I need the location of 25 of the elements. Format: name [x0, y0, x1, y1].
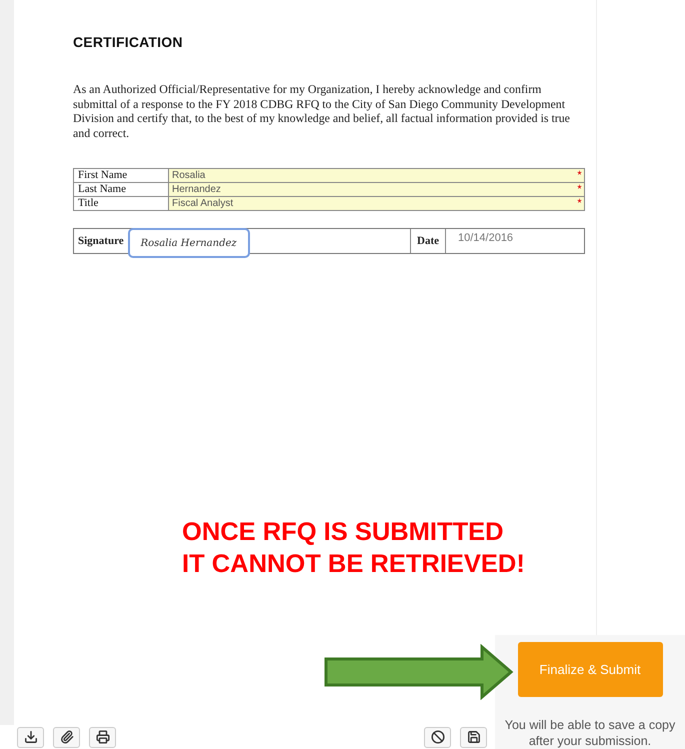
arrow-icon	[324, 644, 514, 700]
save-icon	[466, 730, 480, 744]
section-heading: CERTIFICATION	[73, 34, 183, 50]
warning-text: ONCE RFQ IS SUBMITTED IT CANNOT BE RETRIEVED!	[182, 517, 525, 580]
printer-icon	[96, 730, 110, 744]
cancel-button[interactable]	[424, 726, 451, 748]
input-field[interactable]: Rosalia	[168, 168, 584, 182]
download-icon	[24, 730, 38, 744]
date-label: Date	[410, 229, 446, 253]
save-button[interactable]	[460, 726, 487, 748]
print-button[interactable]	[89, 726, 116, 748]
field-label: Last Name	[74, 182, 168, 196]
signature-field[interactable]: Rosalia Hernandez	[128, 228, 250, 258]
paperclip-icon	[60, 730, 74, 744]
signature-label: Signature	[77, 235, 125, 247]
date-value: 10/14/2016	[457, 231, 514, 244]
download-button[interactable]	[17, 726, 44, 748]
certification-text: As an Authorized Official/Representative for my Organization, I hereby acknowledge and confirm submittal of a response to the FY 2018 CDBG RFQ to the City of San Diego Community Development Division and certify that, to the best of my knowledge and belief, all factual information provided is true and correct.	[73, 82, 571, 140]
input-field[interactable]: Hernandez	[168, 182, 584, 196]
input-field[interactable]: Fiscal Analyst	[168, 196, 584, 210]
ban-icon	[430, 730, 444, 744]
field-label: First Name	[74, 168, 168, 182]
submit-note: You will be able to save a copy after your submission.	[504, 717, 676, 749]
attach-button[interactable]	[53, 726, 80, 748]
field-label: Title	[74, 196, 168, 210]
